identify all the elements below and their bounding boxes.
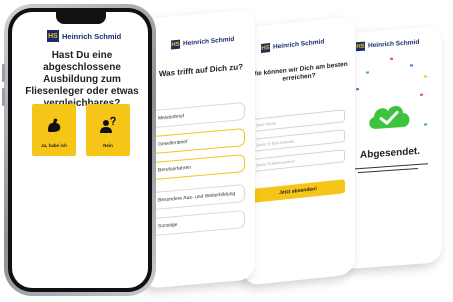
name-field[interactable]: Dein Name bbox=[251, 109, 345, 133]
flexed-arm-icon bbox=[48, 118, 61, 132]
funnel-showcase: HS Heinrich Schmid Abgesendet. HS Heinri… bbox=[0, 0, 453, 302]
option-meisterbrief[interactable]: Meisterbrief bbox=[149, 101, 245, 129]
option-sonstige[interactable]: Sonstige bbox=[149, 209, 245, 237]
brand-logo: HS Heinrich Schmid bbox=[171, 35, 234, 50]
success-title: Abgesendet. bbox=[359, 145, 420, 162]
confetti-icon bbox=[424, 75, 427, 78]
logo-mark-icon: HS bbox=[47, 30, 59, 42]
confetti-icon bbox=[366, 71, 369, 74]
phone-notch bbox=[56, 12, 106, 24]
volume-button bbox=[2, 88, 5, 106]
phone-mockup: HS Heinrich Schmid Hast Du eine abgeschl… bbox=[2, 4, 156, 296]
qualification-screen: HS Heinrich Schmid Was trifft auf Dich z… bbox=[143, 9, 255, 289]
cloud-check-icon bbox=[369, 105, 410, 129]
volume-button bbox=[2, 64, 5, 82]
contact-screen: HS Heinrich Schmid Wie können wir Dich a… bbox=[243, 16, 355, 286]
answer-no-button[interactable]: Nein bbox=[86, 104, 130, 156]
brand-name: Heinrich Schmid bbox=[368, 38, 420, 50]
option-berufserfahren[interactable]: Berufserfahren bbox=[149, 153, 245, 181]
confetti-icon bbox=[424, 123, 427, 126]
logo-mark-icon: HS bbox=[171, 39, 180, 50]
confetti-icon bbox=[390, 57, 393, 60]
qualification-question: Was trifft auf Dich zu? bbox=[158, 62, 244, 79]
submit-button[interactable]: Jetzt absenden! bbox=[251, 179, 345, 204]
logo-mark-icon: HS bbox=[261, 43, 270, 53]
answer-yes-button[interactable]: Ja, habe ich bbox=[32, 104, 76, 156]
confetti-icon bbox=[356, 88, 359, 91]
brand-name: Heinrich Schmid bbox=[273, 38, 325, 51]
option-weiterbildung[interactable]: Besondere Aus- und Weiterbildung bbox=[149, 183, 245, 211]
phone-field[interactable]: Deine Telefonnummer bbox=[251, 149, 345, 173]
main-question: Hast Du eine abgeschlossene Ausbildung z… bbox=[25, 50, 139, 109]
divider bbox=[358, 167, 418, 174]
brand-logo: HS Heinrich Schmid bbox=[356, 38, 420, 52]
confetti-icon bbox=[410, 64, 413, 67]
confetti-icon bbox=[420, 93, 423, 96]
brand-name: Heinrich Schmid bbox=[62, 31, 122, 41]
brand-logo: HS Heinrich Schmid bbox=[261, 37, 324, 53]
answer-yes-label: Ja, habe ich bbox=[41, 143, 67, 148]
option-gesellenbrief[interactable]: Gesellenbrief bbox=[149, 127, 245, 155]
answer-no-label: Nein bbox=[103, 143, 113, 148]
logo-mark-icon: HS bbox=[356, 41, 365, 52]
brand-name: Heinrich Schmid bbox=[183, 35, 235, 48]
email-field[interactable]: Deine E-Mail Adresse bbox=[251, 129, 345, 153]
contact-question: Wie können wir Dich am besten erreichen? bbox=[250, 60, 348, 84]
person-question-icon bbox=[100, 116, 116, 133]
brand-logo: HS Heinrich Schmid bbox=[47, 30, 121, 42]
question-screen: HS Heinrich Schmid Hast Du eine abgeschl… bbox=[12, 12, 148, 288]
